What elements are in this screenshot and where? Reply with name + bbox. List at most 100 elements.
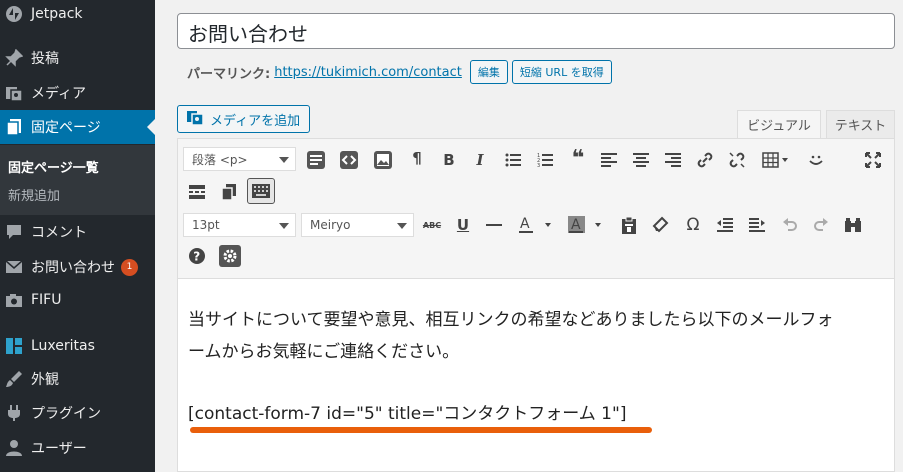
get-shortlink-button[interactable]: 短縮 URL を取得: [511, 60, 612, 84]
image-icon[interactable]: [369, 147, 397, 173]
bullet-list-icon[interactable]: [499, 147, 527, 173]
horizontal-rule-icon[interactable]: [480, 212, 508, 238]
font-size-select[interactable]: 13pt: [183, 213, 296, 237]
sidebar-item-label: プラグイン: [31, 406, 101, 422]
comment-icon: [4, 222, 24, 242]
page-icon: [4, 117, 24, 137]
chevron-down-icon: [279, 157, 289, 163]
sidebar-item-label: FIFU: [31, 292, 62, 308]
paragraph-icon[interactable]: ¶: [403, 145, 431, 171]
sidebar-item-label: ユーザー: [31, 441, 87, 457]
sidebar-item-pages[interactable]: 固定ページ: [0, 110, 155, 144]
media-icon: [186, 108, 204, 130]
grid-icon: [4, 336, 24, 356]
media-icon: [4, 83, 24, 103]
align-center-icon[interactable]: [627, 147, 655, 173]
bold-icon[interactable]: B: [435, 147, 463, 173]
settings-gear-icon[interactable]: [216, 243, 244, 269]
help-icon[interactable]: ?: [183, 243, 211, 269]
sidebar-item-fifu[interactable]: FIFU: [0, 283, 155, 317]
post-title-input[interactable]: お問い合わせ: [177, 13, 895, 49]
sidebar-item-media[interactable]: メディア: [0, 76, 155, 110]
svg-text:?: ?: [193, 250, 200, 264]
editor-content[interactable]: 当サイトについて要望や意見、相互リンクの希望などありましたら以下のメールフォ ー…: [188, 304, 878, 368]
emoji-icon[interactable]: [802, 147, 830, 173]
content-paragraph-line1: 当サイトについて要望や意見、相互リンクの希望などありましたら以下のメールフォ: [188, 310, 834, 330]
toolbar-toggle-icon[interactable]: [247, 178, 275, 204]
editor-toolbar: 段落 <p> ¶ B I 123 ❝ 13pt Meiryo ABC U A A…: [178, 139, 894, 279]
mail-icon: [4, 257, 24, 277]
brush-icon: [4, 369, 24, 389]
format-select[interactable]: 段落 <p>: [183, 147, 296, 171]
text-color-icon[interactable]: A: [514, 212, 558, 238]
font-family-value: Meiryo: [310, 218, 351, 232]
sidebar-item-contact[interactable]: お問い合わせ 1: [0, 250, 155, 284]
italic-icon[interactable]: I: [466, 147, 494, 173]
table-icon[interactable]: [758, 147, 794, 173]
quote-icon[interactable]: ❝: [564, 145, 592, 171]
tab-visual[interactable]: ビジュアル: [737, 110, 821, 138]
current-indicator: [147, 119, 155, 135]
sidebar-item-appearance[interactable]: 外観: [0, 362, 155, 396]
submenu-all-pages[interactable]: 固定ページ一覧: [8, 157, 99, 176]
align-left-icon[interactable]: [595, 147, 623, 173]
sidebar-item-label: 固定ページ: [31, 120, 101, 136]
sidebar-item-luxeritas[interactable]: Luxeritas: [0, 329, 155, 363]
svg-text:A: A: [571, 217, 581, 233]
numbered-list-icon[interactable]: 123: [531, 147, 559, 173]
submenu-add-new[interactable]: 新規追加: [8, 185, 60, 204]
pages-submenu: 固定ページ一覧 新規追加: [0, 145, 155, 215]
plug-icon: [4, 403, 24, 423]
sidebar-item-label: メディア: [31, 86, 87, 102]
code-icon[interactable]: [335, 147, 363, 173]
link-icon[interactable]: [691, 147, 719, 173]
highlight-underline: [190, 427, 652, 433]
camera-icon: [4, 290, 24, 310]
permalink-row: パーマリンク: https://tukimich.com/contact 編集 …: [187, 60, 612, 84]
permalink-link[interactable]: https://tukimich.com/contact: [274, 65, 462, 80]
sidebar-item-jetpack[interactable]: Jetpack: [0, 0, 155, 31]
chevron-down-icon: [279, 223, 289, 229]
svg-text:A: A: [520, 216, 530, 232]
unlink-icon[interactable]: [723, 147, 751, 173]
font-size-value: 13pt: [192, 218, 220, 232]
eraser-icon[interactable]: [646, 212, 674, 238]
format-select-value: 段落 <p>: [192, 152, 248, 167]
copy-icon[interactable]: [215, 179, 243, 205]
undo-icon[interactable]: [776, 212, 804, 238]
align-right-icon[interactable]: [659, 147, 687, 173]
sidebar-item-label: 投稿: [31, 51, 59, 67]
add-media-label: メディアを追加: [210, 113, 301, 129]
jetpack-icon: [4, 4, 24, 24]
read-more-icon[interactable]: [183, 179, 211, 205]
sidebar-item-label: Luxeritas: [31, 338, 95, 354]
find-replace-icon[interactable]: [839, 212, 867, 238]
sidebar-item-users[interactable]: ユーザー: [0, 431, 155, 465]
sidebar-item-plugins[interactable]: プラグイン: [0, 396, 155, 430]
strikethrough-icon[interactable]: ABC: [418, 212, 446, 238]
block-format-icon[interactable]: [302, 147, 330, 173]
underline-icon[interactable]: U: [449, 212, 477, 238]
paste-text-icon[interactable]: [615, 212, 643, 238]
redo-icon[interactable]: [807, 212, 835, 238]
content-editor: 段落 <p> ¶ B I 123 ❝ 13pt Meiryo ABC U A A…: [177, 138, 895, 472]
sidebar-item-comments[interactable]: コメント: [0, 215, 155, 249]
edit-permalink-button[interactable]: 編集: [469, 60, 508, 84]
font-family-select[interactable]: Meiryo: [301, 213, 414, 237]
sidebar-item-label: 外観: [31, 372, 59, 388]
indent-icon[interactable]: [743, 212, 771, 238]
notification-badge: 1: [121, 258, 138, 276]
admin-sidebar: Jetpack 投稿 メディア 固定ページ 固定ページ一覧 新規追加 コメント …: [0, 0, 155, 472]
sidebar-item-posts[interactable]: 投稿: [0, 41, 155, 75]
sidebar-item-label: コメント: [31, 225, 87, 241]
chevron-down-icon: [397, 223, 407, 229]
tab-text[interactable]: テキスト: [826, 110, 895, 138]
pin-icon: [4, 48, 24, 68]
svg-text:3: 3: [537, 163, 540, 167]
outdent-icon[interactable]: [711, 212, 739, 238]
special-character-icon[interactable]: Ω: [679, 212, 707, 238]
fullscreen-icon[interactable]: [859, 147, 887, 173]
add-media-button[interactable]: メディアを追加: [177, 105, 310, 133]
contact-form-shortcode[interactable]: [contact-form-7 id="5" title="コンタクトフォーム …: [188, 399, 626, 424]
background-color-icon[interactable]: A: [564, 212, 608, 238]
